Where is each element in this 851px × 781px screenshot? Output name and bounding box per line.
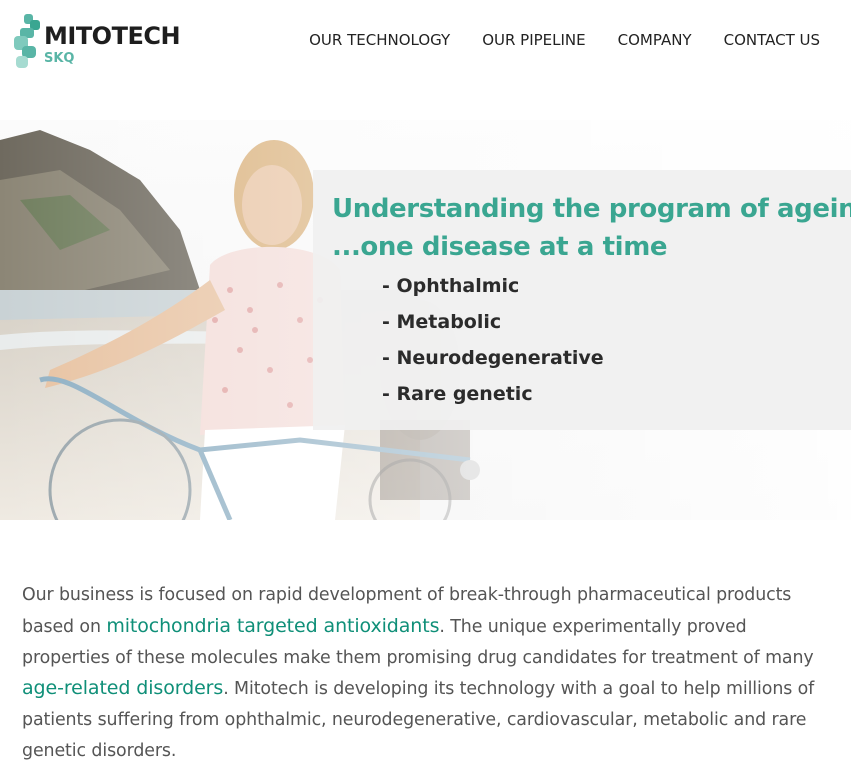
logo-link[interactable]: MITOTECH SKQ [14,14,181,70]
main-nav: OUR TECHNOLOGY OUR PIPELINE COMPANY CONT… [309,31,820,49]
list-item: - Rare genetic [382,383,533,405]
nav-our-technology[interactable]: OUR TECHNOLOGY [309,31,450,49]
mitochondria-antioxidants-link[interactable]: mitochondria targeted antioxidants [106,615,439,637]
list-item: - Metabolic [382,311,502,333]
site-header: MITOTECH SKQ OUR TECHNOLOGY OUR PIPELINE… [0,0,851,100]
hero-title-line-2: ...one disease at a time [332,232,668,262]
brand-name: MITOTECH [44,22,181,50]
nav-our-pipeline[interactable]: OUR PIPELINE [482,31,585,49]
intro-paragraph: Our business is focused on rapid develop… [22,580,837,767]
hero-title-line-1: Understanding the program of ageing [332,194,851,224]
age-related-disorders-link[interactable]: age-related disorders [22,677,223,699]
logo-mark-icon [14,14,40,68]
nav-company[interactable]: COMPANY [618,31,692,49]
list-item: - Ophthalmic [382,275,520,297]
nav-contact-us[interactable]: CONTACT US [724,31,820,49]
hero-disease-list: - Ophthalmic - Metabolic - Neurodegenera… [382,268,604,412]
hero-title: Understanding the program of ageing ...o… [332,190,851,266]
list-item: - Neurodegenerative [382,347,604,369]
brand-sub: SKQ [44,51,75,66]
